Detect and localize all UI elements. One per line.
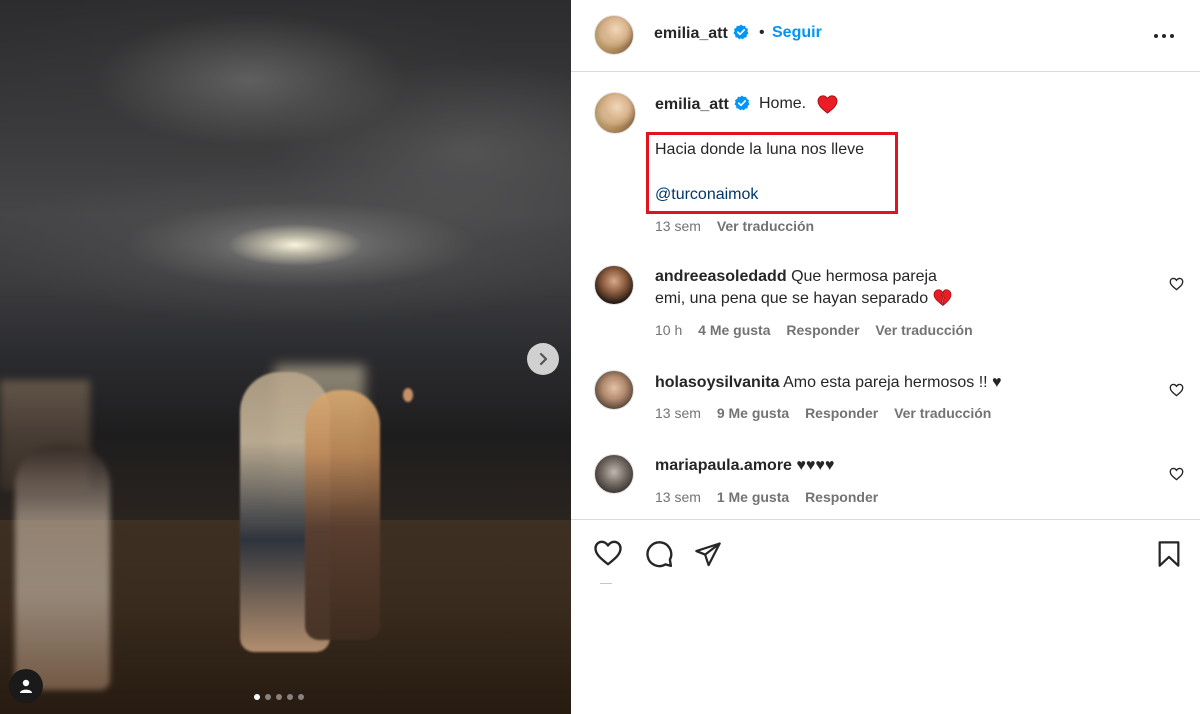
comment-username[interactable]: andreeasoledadd (655, 268, 787, 285)
comment-meta: 13 sem 1 Me gusta Responder (655, 489, 878, 505)
broken-heart-icon (933, 289, 951, 307)
comment-username[interactable]: holasoysilvanita (655, 374, 780, 391)
carousel-next-button[interactable] (527, 343, 559, 375)
comment-likes[interactable]: 1 Me gusta (717, 489, 789, 505)
comment-time: 10 h (655, 322, 683, 338)
post-header: emilia_att • Seguir (571, 0, 1200, 72)
carousel-dot (265, 694, 271, 700)
comment-time: 13 sem (655, 405, 701, 421)
comment-icon[interactable] (644, 539, 674, 569)
photo-person-left (15, 445, 110, 690)
caption-username[interactable]: emilia_att (655, 95, 750, 114)
comment-likes[interactable]: 4 Me gusta (698, 322, 770, 338)
carousel-dot (276, 694, 282, 700)
reply-button[interactable]: Responder (805, 489, 878, 505)
photo-swimmer (403, 388, 413, 402)
caption-title: Home. (759, 95, 807, 112)
like-comment-icon[interactable] (1169, 277, 1184, 291)
comment-body: holasoysilvanita Amo esta pareja hermoso… (655, 372, 1155, 394)
reply-button[interactable]: Responder (786, 322, 859, 338)
tagged-user-icon (20, 679, 32, 693)
translate-button[interactable]: Ver traducción (875, 322, 972, 338)
like-comment-icon[interactable] (1169, 383, 1184, 397)
post-details-panel: emilia_att • Seguir emilia_att Home. Hac… (571, 0, 1200, 714)
caption-time: 13 sem (655, 218, 701, 234)
caption-username-text: emilia_att (655, 96, 729, 113)
comment-text: Amo esta pareja hermosos !! ♥ (783, 374, 1002, 391)
comment-body: andreeasoledadd Que hermosa pareja emi, … (655, 266, 955, 310)
carousel-dot (254, 694, 260, 700)
caption-text: Hacia donde la luna nos lleve (655, 141, 865, 158)
post-photo[interactable] (0, 0, 571, 714)
comment-username[interactable]: mariapaula.amore (655, 457, 792, 474)
comment-text: ♥♥♥♥ (796, 457, 835, 474)
comment-meta: 10 h 4 Me gusta Responder Ver traducción (655, 322, 973, 338)
carousel-dot (287, 694, 293, 700)
like-icon[interactable] (593, 539, 623, 567)
comment-avatar[interactable] (594, 265, 634, 305)
photo-couple-woman (305, 390, 380, 640)
tagged-users-button[interactable] (9, 669, 43, 703)
action-bar-divider (571, 519, 1200, 520)
follow-button[interactable]: Seguir (772, 24, 822, 42)
verified-badge-icon (733, 24, 749, 40)
caption-mention-link[interactable]: @turconaimok (655, 186, 758, 204)
carousel-dot (298, 694, 304, 700)
reply-button[interactable]: Responder (805, 405, 878, 421)
like-comment-icon[interactable] (1169, 467, 1184, 481)
header-username-text: emilia_att (654, 25, 728, 42)
translate-button[interactable]: Ver traducción (894, 405, 991, 421)
comment-avatar[interactable] (594, 454, 634, 494)
caption-translate-link[interactable]: Ver traducción (717, 218, 814, 234)
header-username[interactable]: emilia_att (654, 24, 749, 43)
caption-meta: 13 sem Ver traducción (655, 218, 814, 234)
comment-meta: 13 sem 9 Me gusta Responder Ver traducci… (655, 405, 991, 421)
comment-body: mariapaula.amore ♥♥♥♥ (655, 455, 1155, 477)
likes-divider (600, 583, 612, 584)
save-icon[interactable] (1156, 540, 1182, 568)
header-separator: • (759, 24, 765, 41)
avatar[interactable] (594, 15, 634, 55)
caption-avatar[interactable] (594, 92, 636, 134)
carousel-dots (254, 694, 304, 700)
more-options-icon[interactable] (1153, 25, 1175, 47)
verified-badge-icon (734, 95, 750, 111)
carousel-next-icon (539, 352, 548, 366)
red-heart-icon (817, 95, 838, 114)
share-icon[interactable] (694, 540, 722, 568)
comment-time: 13 sem (655, 489, 701, 505)
comment-avatar[interactable] (594, 370, 634, 410)
comment-likes[interactable]: 9 Me gusta (717, 405, 789, 421)
